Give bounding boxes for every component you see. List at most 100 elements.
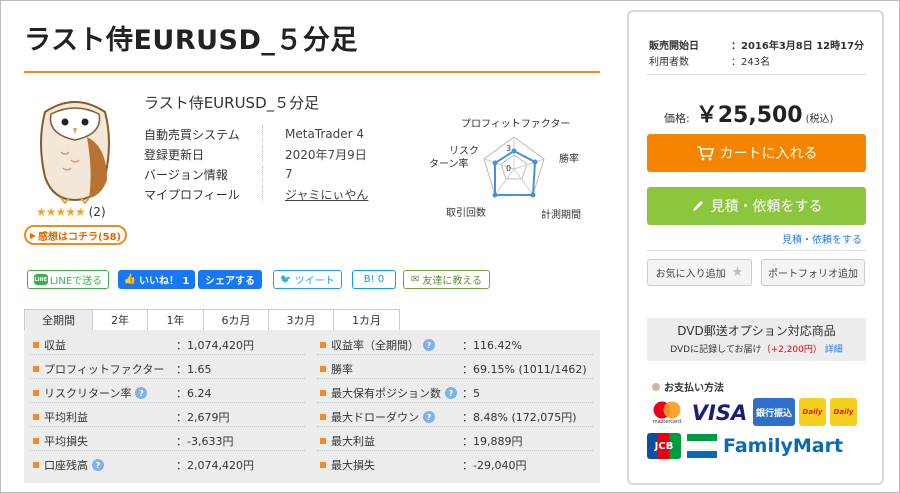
info-key: マイプロフィール xyxy=(144,187,240,202)
stat-value: ：69.15% (1011/1462) xyxy=(462,363,587,376)
dvd-title: DVD郵送オプション対応商品 xyxy=(677,324,836,338)
visa-logo: VISA xyxy=(691,400,748,425)
sale-start-value: ：2016年3月8日 12時17分 xyxy=(731,40,865,52)
payment-methods-title: お支払い方法 xyxy=(652,379,724,394)
help-icon[interactable]: ? xyxy=(445,387,457,399)
stat-value: ：2,679円 xyxy=(176,411,230,424)
stat-value: ：19,889円 xyxy=(462,435,523,448)
radar-point xyxy=(492,160,498,166)
line-share-label: LINEで送る xyxy=(49,276,103,287)
stat-label: 最大損失 xyxy=(320,457,375,473)
stat-label: 最大ドローダウン? xyxy=(320,409,435,425)
dvd-detail-link[interactable]: 詳細 xyxy=(825,345,843,355)
cart-icon xyxy=(696,146,714,161)
pencil-icon xyxy=(692,201,703,211)
product-info-list: 自動売買システム MetaTrader 4 登録更新日 2020年7月9日 バー… xyxy=(144,124,368,204)
daily-yamazaki-logo-1: Daily xyxy=(799,398,826,426)
tab-all-period[interactable]: 全期間 xyxy=(24,309,93,330)
stat-label: 収益率（全期間）? xyxy=(320,337,435,353)
stat-value: ：116.42% xyxy=(462,339,522,352)
facebook-share-button[interactable]: シェアする xyxy=(198,270,262,289)
profile-link[interactable]: ジャミにぃやん xyxy=(285,186,368,203)
price-value: ￥25,500 xyxy=(695,103,803,128)
mastercard-logo: mastercard xyxy=(647,397,687,428)
add-favorite-button[interactable]: お気に入り追加 ★ xyxy=(647,259,752,286)
help-icon[interactable]: ? xyxy=(92,459,104,471)
tab-1-year[interactable]: 1年 xyxy=(147,309,204,330)
page-title: ラスト侍EURUSD_５分足 xyxy=(24,25,358,56)
info-row: バージョン情報 7 xyxy=(144,164,368,184)
radar-label-risk-return-line2: ターン率 xyxy=(429,159,469,170)
info-row: 登録更新日 2020年7月9日 xyxy=(144,144,368,164)
tab-3-months[interactable]: 3カ月 xyxy=(268,309,334,330)
info-divider xyxy=(262,126,263,142)
info-value: 2020年7月9日 xyxy=(285,147,367,162)
tweet-button[interactable]: 🐦 ツイート xyxy=(273,270,342,289)
radar-point xyxy=(532,159,538,165)
estimate-button[interactable]: 見積・依頼をする xyxy=(647,187,866,225)
mastercard-icon xyxy=(653,401,681,418)
familymart-icon xyxy=(687,434,717,458)
tell-friend-label: 友達に教える xyxy=(422,276,483,287)
sidebar-divider xyxy=(647,74,866,75)
tab-1-month[interactable]: 1カ月 xyxy=(333,309,400,330)
stat-value: ：2,074,420円 xyxy=(176,459,254,472)
radar-label-win-rate: 勝率 xyxy=(559,154,579,165)
price: 価格: ￥25,500 (税込) xyxy=(664,97,833,129)
stat-value: ：8.48% (172,075円) xyxy=(462,411,577,424)
dvd-text: DVDに記録してお届け（+2,200円） 詳細 xyxy=(670,345,843,355)
tell-friend-button[interactable]: ✉ 友達に教える xyxy=(403,270,490,289)
stat-label: 最大保有ポジション数? xyxy=(320,385,457,401)
star-icon: ★ xyxy=(731,265,744,280)
radar-point xyxy=(530,192,536,198)
info-row: マイプロフィール ジャミにぃやん xyxy=(144,184,368,204)
stat-value: ：1.65 xyxy=(176,363,212,376)
add-favorite-label: お気に入り追加 xyxy=(655,269,726,280)
daily-yamazaki-logo-2: Daily xyxy=(830,398,857,426)
stat-label: 平均利益 xyxy=(33,409,88,425)
info-key: 自動売買システム xyxy=(144,127,240,142)
stat-value: ：1,074,420円 xyxy=(176,339,254,352)
tab-6-months[interactable]: 6カ月 xyxy=(203,309,269,330)
owl-mascot-image xyxy=(40,101,110,204)
estimate-link[interactable]: 見積・依頼をする xyxy=(782,231,862,246)
add-to-cart-label: カートに入れる xyxy=(719,146,818,162)
facebook-like-label: いいね！ 1 xyxy=(139,276,190,287)
stat-label: 勝率 xyxy=(320,361,353,377)
stat-label: 平均損失 xyxy=(33,433,88,449)
add-portfolio-button[interactable]: ポートフォリオ追加 xyxy=(761,259,865,286)
stat-label: プロフィットファクター xyxy=(33,361,164,377)
stat-label: リスクリターン率? xyxy=(33,385,148,401)
stats-panel: 収益 ：1,074,420円 プロフィットファクター ：1.65 リスクリターン… xyxy=(24,330,600,483)
radar-label-profit-factor: プロフィットファクター xyxy=(461,119,571,130)
radar-point xyxy=(511,148,517,154)
triangle-right-icon: ▶ xyxy=(29,230,37,240)
hatena-bookmark-button[interactable]: B! 0 xyxy=(352,270,396,289)
add-to-cart-button[interactable]: カートに入れる xyxy=(647,134,866,172)
help-icon[interactable]: ? xyxy=(135,387,148,399)
radar-label-period: 計測期間 xyxy=(541,210,581,221)
stat-label: 最大利益 xyxy=(320,433,375,449)
help-icon[interactable]: ? xyxy=(423,339,435,351)
thumbs-up-icon: 👍 xyxy=(123,274,136,285)
radar-series xyxy=(494,149,537,196)
info-divider xyxy=(262,146,263,162)
period-tabs: 全期間 2年 1年 6カ月 3カ月 1カ月 xyxy=(24,309,400,330)
line-share-button[interactable]: LINE LINEで送る xyxy=(27,270,109,289)
info-value: 7 xyxy=(285,167,293,181)
price-tax: (税込) xyxy=(805,114,834,125)
help-icon[interactable]: ? xyxy=(423,411,435,423)
tab-2-years[interactable]: 2年 xyxy=(92,309,148,330)
twitter-bird-icon: 🐦 xyxy=(280,274,292,285)
purchase-sidebar: 販売開始日 ：2016年3月8日 12時17分 利用者数 ：243名 価格: ￥… xyxy=(627,10,884,485)
title-divider xyxy=(24,71,600,73)
info-key: 登録更新日 xyxy=(144,147,205,162)
line-icon: LINE xyxy=(33,274,48,285)
estimate-label: 見積・依頼をする xyxy=(710,199,823,215)
stat-value: ：-29,040円 xyxy=(462,459,527,472)
stat-value: ：5 xyxy=(462,387,480,400)
review-button-label: 感想はコチラ(58) xyxy=(38,231,122,243)
review-button[interactable]: ▶ 感想はコチラ(58) xyxy=(24,225,127,245)
bank-transfer-logo: 銀行振込 xyxy=(753,398,795,426)
facebook-like-button[interactable]: 👍 いいね！ 1 xyxy=(118,270,195,289)
